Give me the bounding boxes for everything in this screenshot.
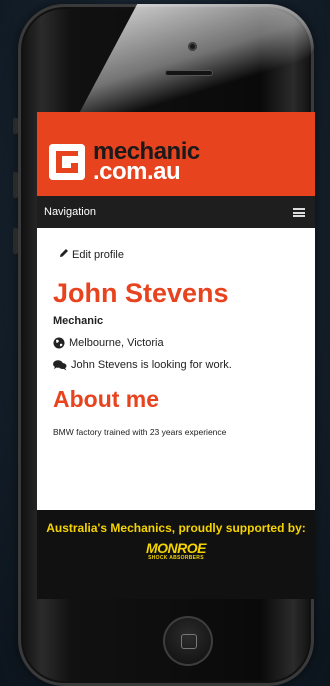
sponsor-footer: Australia's Mechanics, proudly supported… [37, 510, 315, 599]
hamburger-menu-icon[interactable] [293, 208, 305, 217]
site-logo[interactable]: mechanic .com.au [93, 140, 200, 185]
earpiece-speaker [165, 70, 213, 76]
profile-content: Edit profile John Stevens Mechanic Melbo… [37, 248, 315, 437]
phone-screen: mechanic .com.au Navigation Edit profile… [37, 112, 315, 599]
mute-switch [13, 118, 18, 134]
chat-bubbles-icon [53, 360, 67, 371]
volume-down-button [13, 228, 18, 254]
profile-role: Mechanic [53, 315, 104, 327]
globe-icon [53, 337, 65, 349]
wrench-logo-icon[interactable] [49, 144, 85, 180]
footer-text: Australia's Mechanics, proudly supported… [46, 521, 306, 535]
location-text: Melbourne, Victoria [69, 337, 164, 349]
site-header: mechanic .com.au [37, 112, 315, 196]
edit-profile-link[interactable]: Edit profile [53, 248, 315, 261]
about-heading: About me [53, 386, 160, 412]
monroe-wordmark: MONROE [146, 540, 207, 556]
profile-location: Melbourne, Victoria [53, 337, 315, 349]
monroe-logo[interactable]: MONROE SHOCK ABSORBERS [141, 541, 211, 563]
logo-line-2: .com.au [93, 158, 181, 185]
profile-name: John Stevens [53, 278, 229, 308]
pencil-icon [59, 248, 69, 261]
status-text: John Stevens is looking for work. [71, 359, 232, 371]
home-button-icon [181, 634, 197, 649]
navigation-label: Navigation [44, 206, 96, 218]
monroe-tagline: SHOCK ABSORBERS [148, 555, 204, 561]
screen-glare [78, 4, 314, 114]
navigation-bar[interactable]: Navigation [37, 196, 315, 228]
volume-up-button [13, 172, 18, 198]
about-text: BMW factory trained with 23 years experi… [53, 427, 227, 437]
profile-status: John Stevens is looking for work. [53, 359, 315, 371]
edit-profile-label: Edit profile [72, 249, 124, 261]
front-camera [188, 42, 197, 51]
